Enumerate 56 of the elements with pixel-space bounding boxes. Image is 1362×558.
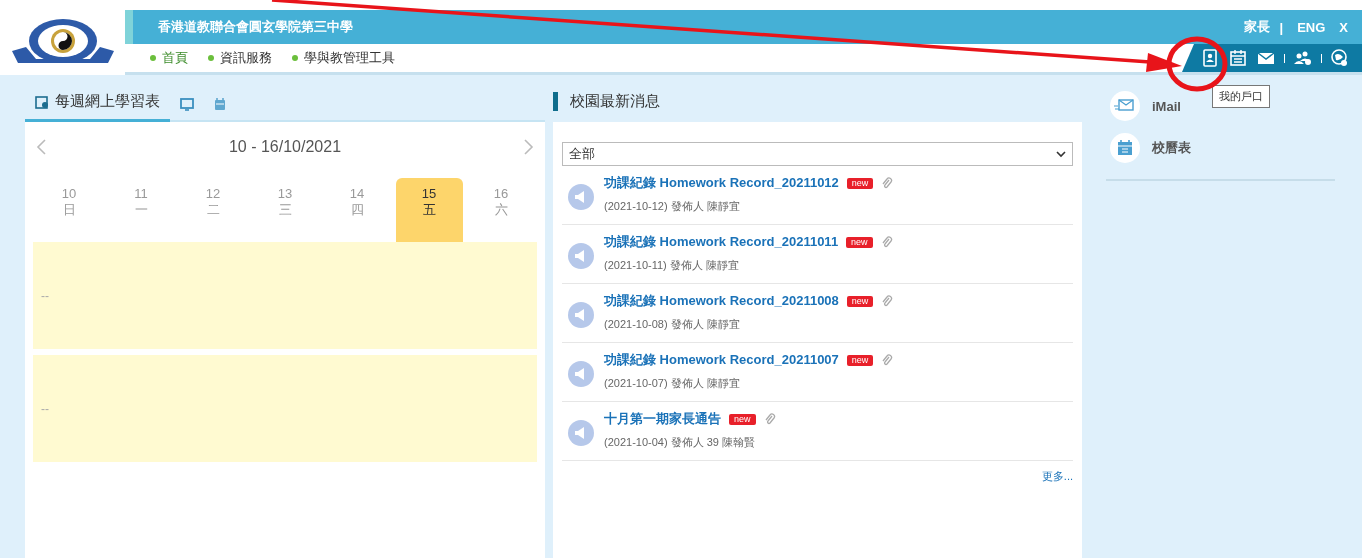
shortcut-link[interactable]: 校曆表: [1106, 127, 1191, 169]
megaphone-icon: [568, 361, 594, 387]
news-meta: (2021-10-07) 發佈人 陳靜宜: [604, 376, 741, 391]
account-icon[interactable]: [1200, 48, 1220, 68]
new-badge: new: [846, 236, 873, 248]
megaphone-icon: [568, 184, 594, 210]
day-cell[interactable]: 16 六: [467, 178, 535, 242]
shortcut-link[interactable]: iMail: [1106, 85, 1181, 127]
slot-text: --: [41, 288, 49, 303]
date-range: 10 - 16/10/2021: [228, 138, 342, 156]
paperclip-icon: [880, 236, 893, 248]
school-name: 香港道教聯合會圓玄學院第三中學: [158, 18, 354, 36]
calendar-icon: [214, 97, 226, 111]
role-label: 家長: [1243, 18, 1270, 36]
paperclip-icon: [763, 413, 776, 425]
more-link[interactable]: 更多...: [1041, 469, 1073, 484]
day-cell[interactable]: 13 三: [251, 178, 319, 242]
circle-annotation: [1166, 36, 1228, 92]
paperclip-icon: [881, 295, 894, 307]
new-badge: new: [846, 177, 874, 189]
news-meta: (2021-10-12) 發佈人 陳靜宜: [604, 199, 741, 214]
monitor-icon: [180, 98, 194, 111]
new-badge: new: [846, 295, 874, 307]
day-cell[interactable]: 15 五: [395, 178, 463, 242]
category-select[interactable]: 全部: [562, 142, 1073, 166]
day-cell[interactable]: 10 日: [35, 178, 103, 242]
paperclip-icon: [881, 177, 894, 189]
separator: |: [1279, 19, 1284, 35]
nav-link[interactable]: 學與教管理工具: [292, 49, 395, 67]
news-meta: (2021-10-08) 發佈人 陳靜宜: [604, 317, 741, 332]
calendar-icon[interactable]: [1228, 48, 1248, 68]
mail-icon: [1110, 91, 1140, 121]
globe-settings-icon[interactable]: [1330, 48, 1350, 68]
news-title-link[interactable]: 功課紀錄 Homework Record_20211008: [604, 292, 839, 310]
news-title-link[interactable]: 功課紀錄 Homework Record_20211012: [604, 174, 839, 192]
calendar-icon: [1110, 133, 1140, 163]
news-meta: (2021-10-11) 發佈人 陳靜宜: [604, 258, 740, 273]
news-title-link[interactable]: 功課紀錄 Homework Record_20211011: [604, 233, 839, 251]
new-badge: new: [846, 354, 874, 366]
news-meta: (2021-10-04) 發佈人 39 陳翰賢: [604, 435, 756, 450]
nav-link[interactable]: 資訊服務: [208, 49, 272, 67]
chevron-down-icon: [1056, 150, 1066, 158]
megaphone-icon: [568, 302, 594, 328]
new-badge: new: [729, 413, 756, 425]
megaphone-icon: [568, 420, 594, 446]
paperclip-icon: [881, 354, 894, 366]
news-title-link[interactable]: 十月第一期家長通告: [604, 410, 721, 428]
day-cell[interactable]: 14 四: [323, 178, 391, 242]
megaphone-icon: [568, 243, 594, 269]
section-title: 校園最新消息: [553, 92, 660, 111]
news-title-link[interactable]: 功課紀錄 Homework Record_20211007: [604, 351, 839, 369]
day-cell[interactable]: 12 二: [179, 178, 247, 242]
slot-text: --: [41, 401, 49, 416]
tooltip: 我的戶口: [1212, 85, 1270, 108]
calendar-clock-icon: [35, 94, 49, 109]
nav-link[interactable]: 首頁: [150, 49, 188, 67]
